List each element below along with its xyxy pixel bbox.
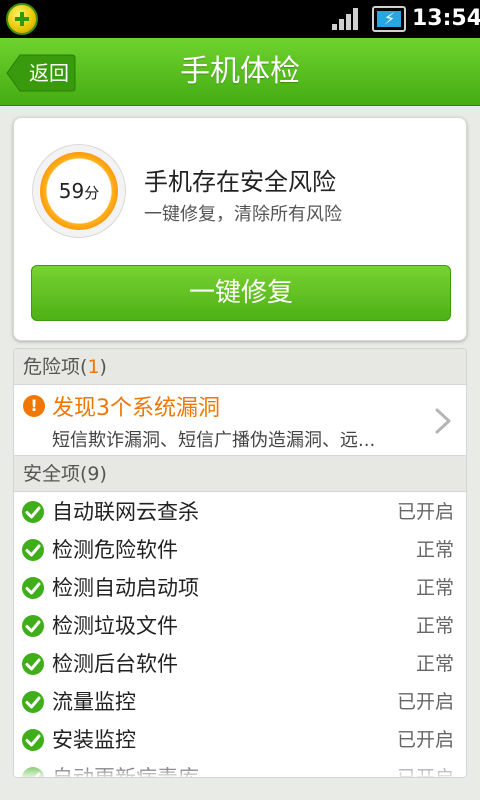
score-value: 59 (58, 179, 85, 203)
danger-count-close: ) (99, 356, 107, 378)
safe-item-row[interactable]: 检测垃圾文件 正常 (14, 607, 466, 645)
safe-item-row[interactable]: 检测后台软件 正常 (14, 645, 466, 683)
safe-item-status: 正常 (415, 577, 454, 599)
safe-item-status: 已开启 (396, 501, 454, 523)
safe-item-label: 检测垃圾文件 (52, 614, 178, 638)
danger-item-detail: 短信欺诈漏洞、短信广播伪造漏洞、远... (52, 430, 376, 451)
safe-item-status: 已开启 (396, 729, 454, 751)
page-title: 手机体检 (180, 54, 300, 89)
result-list: 危险项(1) ! 发现3个系统漏洞 短信欺诈漏洞、短信广播伪造漏洞、远... 安… (13, 348, 467, 778)
app-logo-icon (6, 3, 38, 35)
safe-item-status: 正常 (415, 615, 454, 637)
checkmark-icon (22, 653, 44, 675)
checkmark-icon (22, 577, 44, 599)
risk-headline: 手机存在安全风险 (144, 168, 336, 196)
checkmark-icon (22, 729, 44, 751)
battery-charging-icon: ⚡ (372, 6, 406, 32)
safe-item-label: 检测后台软件 (52, 652, 178, 676)
safe-item-label: 流量监控 (52, 690, 136, 714)
safe-item-status: 正常 (415, 653, 454, 675)
title-bar: 返回 手机体检 (0, 38, 480, 106)
safe-item-label: 安装监控 (52, 728, 136, 752)
score-card: 59分 手机存在安全风险 一键修复，清除所有风险 一键修复 (13, 117, 467, 341)
safe-section-label: 安全项(9) (23, 463, 107, 485)
score-gauge: 59分 (32, 144, 126, 238)
checkmark-icon (22, 501, 44, 523)
chevron-right-icon (435, 408, 451, 434)
safe-item-status: 正常 (415, 539, 454, 561)
signal-icon (332, 8, 362, 30)
danger-item-title: 发现3个系统漏洞 (52, 396, 220, 421)
score-unit: 分 (84, 184, 100, 202)
checkmark-icon (22, 539, 44, 561)
clock: 13:54 (412, 6, 480, 31)
safe-section-header: 安全项(9) (14, 456, 466, 492)
warning-icon: ! (23, 395, 45, 417)
checkmark-icon (22, 691, 44, 713)
safe-item-label: 自动联网云查杀 (52, 500, 199, 524)
status-bar: ⚡ 13:54 (0, 0, 480, 38)
safe-item-row[interactable]: 安装监控 已开启 (14, 721, 466, 759)
safe-item-row[interactable]: 自动联网云查杀 已开启 (14, 493, 466, 531)
checkmark-icon (22, 615, 44, 637)
safe-item-row[interactable]: 检测危险软件 正常 (14, 531, 466, 569)
danger-section-label: 危险项 (23, 356, 81, 378)
safe-item-row[interactable]: 流量监控 已开启 (14, 683, 466, 721)
danger-section-header: 危险项(1) (14, 349, 466, 385)
safe-item-status: 已开启 (396, 691, 454, 713)
safe-item-row[interactable]: 检测自动启动项 正常 (14, 569, 466, 607)
danger-item-vulnerabilities[interactable]: ! 发现3个系统漏洞 短信欺诈漏洞、短信广播伪造漏洞、远... (14, 386, 466, 456)
safe-item-label: 检测自动启动项 (52, 576, 199, 600)
danger-count: 1 (87, 356, 100, 378)
risk-subline: 一键修复，清除所有风险 (144, 204, 342, 225)
one-click-fix-button[interactable]: 一键修复 (31, 265, 451, 321)
safe-item-label: 检测危险软件 (52, 538, 178, 562)
